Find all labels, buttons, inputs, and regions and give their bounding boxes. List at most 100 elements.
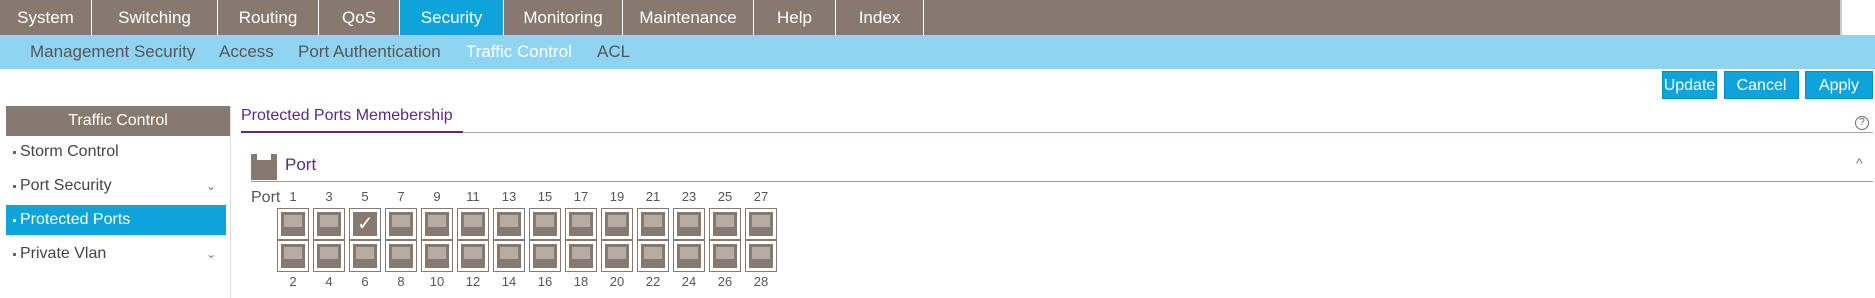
cancel-button[interactable]: Cancel bbox=[1724, 71, 1799, 99]
subnav-management-security[interactable]: Management Security bbox=[30, 35, 195, 69]
port-number-label: 26 bbox=[717, 274, 733, 289]
port-icon bbox=[251, 154, 277, 180]
port-number-label: 17 bbox=[573, 189, 589, 204]
sidebar-item-label: Private Vlan bbox=[20, 245, 107, 262]
tab-qos[interactable]: QoS bbox=[319, 0, 400, 35]
collapse-icon[interactable]: ^ bbox=[1856, 155, 1863, 171]
port-checkbox[interactable] bbox=[709, 240, 741, 272]
help-icon[interactable]: ? bbox=[1855, 116, 1869, 130]
port-number-label: 19 bbox=[609, 189, 625, 204]
bullet-icon bbox=[13, 151, 16, 154]
subnav-acl[interactable]: ACL bbox=[597, 35, 630, 69]
port-checkbox[interactable] bbox=[385, 208, 417, 240]
subnav-port-authentication[interactable]: Port Authentication bbox=[298, 35, 441, 69]
port-number-label: 27 bbox=[753, 189, 769, 204]
port-checkbox[interactable]: ✓ bbox=[349, 208, 381, 240]
port-number-label: 2 bbox=[289, 274, 297, 289]
bullet-icon bbox=[13, 185, 16, 188]
port-checkbox[interactable] bbox=[601, 208, 633, 240]
tab-monitoring[interactable]: Monitoring bbox=[504, 0, 623, 35]
port-checkbox[interactable] bbox=[529, 240, 561, 272]
port-checkbox[interactable] bbox=[673, 240, 705, 272]
port-number-label: 9 bbox=[433, 189, 441, 204]
tab-system[interactable]: System bbox=[0, 0, 92, 35]
sidebar: Traffic Control Storm Control Port Secur… bbox=[6, 106, 231, 298]
port-checkbox[interactable] bbox=[637, 240, 669, 272]
port-number-label: 3 bbox=[325, 189, 333, 204]
port-number-label: 10 bbox=[429, 274, 445, 289]
subnav-access[interactable]: Access bbox=[219, 35, 274, 69]
port-number-label: 20 bbox=[609, 274, 625, 289]
port-number-label: 15 bbox=[537, 189, 553, 204]
port-checkbox[interactable] bbox=[493, 208, 525, 240]
bullet-icon bbox=[13, 219, 16, 222]
port-checkbox[interactable] bbox=[277, 208, 309, 240]
tab-routing[interactable]: Routing bbox=[218, 0, 319, 35]
port-checkbox[interactable] bbox=[313, 208, 345, 240]
tab-security[interactable]: Security bbox=[400, 0, 504, 35]
port-checkbox[interactable] bbox=[709, 208, 741, 240]
port-number-label: 18 bbox=[573, 274, 589, 289]
port-checkbox[interactable] bbox=[673, 208, 705, 240]
port-checkbox[interactable] bbox=[421, 240, 453, 272]
tab-maintenance[interactable]: Maintenance bbox=[623, 0, 754, 35]
port-checkbox[interactable] bbox=[745, 240, 777, 272]
port-checkbox[interactable] bbox=[745, 208, 777, 240]
apply-button[interactable]: Apply bbox=[1805, 71, 1873, 99]
port-checkbox[interactable] bbox=[565, 240, 597, 272]
port-number-label: 1 bbox=[289, 189, 297, 204]
port-checkbox[interactable] bbox=[493, 240, 525, 272]
port-number-label: 4 bbox=[325, 274, 333, 289]
port-number-label: 28 bbox=[753, 274, 769, 289]
sub-nav: Management Security Access Port Authenti… bbox=[0, 35, 1875, 69]
port-checkbox[interactable] bbox=[457, 208, 489, 240]
section-title: Port bbox=[285, 155, 317, 174]
port-number-label: 7 bbox=[397, 189, 405, 204]
port-number-label: 5 bbox=[361, 189, 369, 204]
chevron-down-icon[interactable]: ⌄ bbox=[206, 239, 216, 269]
tab-index[interactable]: Index bbox=[836, 0, 924, 35]
port-number-label: 14 bbox=[501, 274, 517, 289]
port-checkbox[interactable] bbox=[457, 240, 489, 272]
bullet-icon bbox=[13, 253, 16, 256]
port-checkbox[interactable] bbox=[601, 240, 633, 272]
port-number-label: 25 bbox=[717, 189, 733, 204]
port-number-label: 11 bbox=[466, 189, 480, 204]
port-number-label: 6 bbox=[361, 274, 369, 289]
sidebar-item-storm-control[interactable]: Storm Control bbox=[6, 137, 226, 167]
port-checkbox[interactable] bbox=[637, 208, 669, 240]
port-number-label: 8 bbox=[397, 274, 405, 289]
top-nav: System Switching Routing QoS Security Mo… bbox=[0, 0, 1842, 35]
port-number-label: 21 bbox=[645, 189, 661, 204]
tab-help[interactable]: Help bbox=[754, 0, 836, 35]
port-checkbox[interactable] bbox=[277, 240, 309, 272]
title-underline bbox=[241, 131, 463, 133]
port-checkbox[interactable] bbox=[313, 240, 345, 272]
sidebar-item-port-security[interactable]: Port Security ⌄ bbox=[6, 171, 226, 201]
port-checkbox[interactable] bbox=[565, 208, 597, 240]
sidebar-item-label: Storm Control bbox=[20, 143, 119, 160]
port-number-label: 16 bbox=[537, 274, 553, 289]
sidebar-title: Traffic Control bbox=[6, 106, 230, 136]
checkmark-icon: ✓ bbox=[357, 213, 374, 235]
title-divider bbox=[241, 132, 1873, 133]
port-number-label: 24 bbox=[681, 274, 697, 289]
tab-switching[interactable]: Switching bbox=[92, 0, 218, 35]
sidebar-item-protected-ports[interactable]: Protected Ports bbox=[6, 205, 226, 235]
sidebar-item-label: Port Security bbox=[20, 177, 112, 194]
port-checkbox[interactable] bbox=[385, 240, 417, 272]
port-number-label: 22 bbox=[645, 274, 661, 289]
section-divider bbox=[251, 181, 1873, 182]
chevron-down-icon[interactable]: ⌄ bbox=[206, 171, 216, 201]
nav-end-divider bbox=[1840, 0, 1842, 35]
update-button[interactable]: Update bbox=[1662, 71, 1717, 99]
subnav-traffic-control[interactable]: Traffic Control bbox=[466, 35, 572, 69]
sidebar-item-label: Protected Ports bbox=[20, 211, 131, 228]
port-checkbox[interactable] bbox=[349, 240, 381, 272]
port-checkbox[interactable] bbox=[421, 208, 453, 240]
sidebar-item-private-vlan[interactable]: Private Vlan ⌄ bbox=[6, 239, 226, 269]
port-checkbox[interactable] bbox=[529, 208, 561, 240]
port-number-label: 12 bbox=[465, 274, 481, 289]
port-number-label: 23 bbox=[681, 189, 697, 204]
page-title: Protected Ports Memebership bbox=[241, 107, 453, 124]
